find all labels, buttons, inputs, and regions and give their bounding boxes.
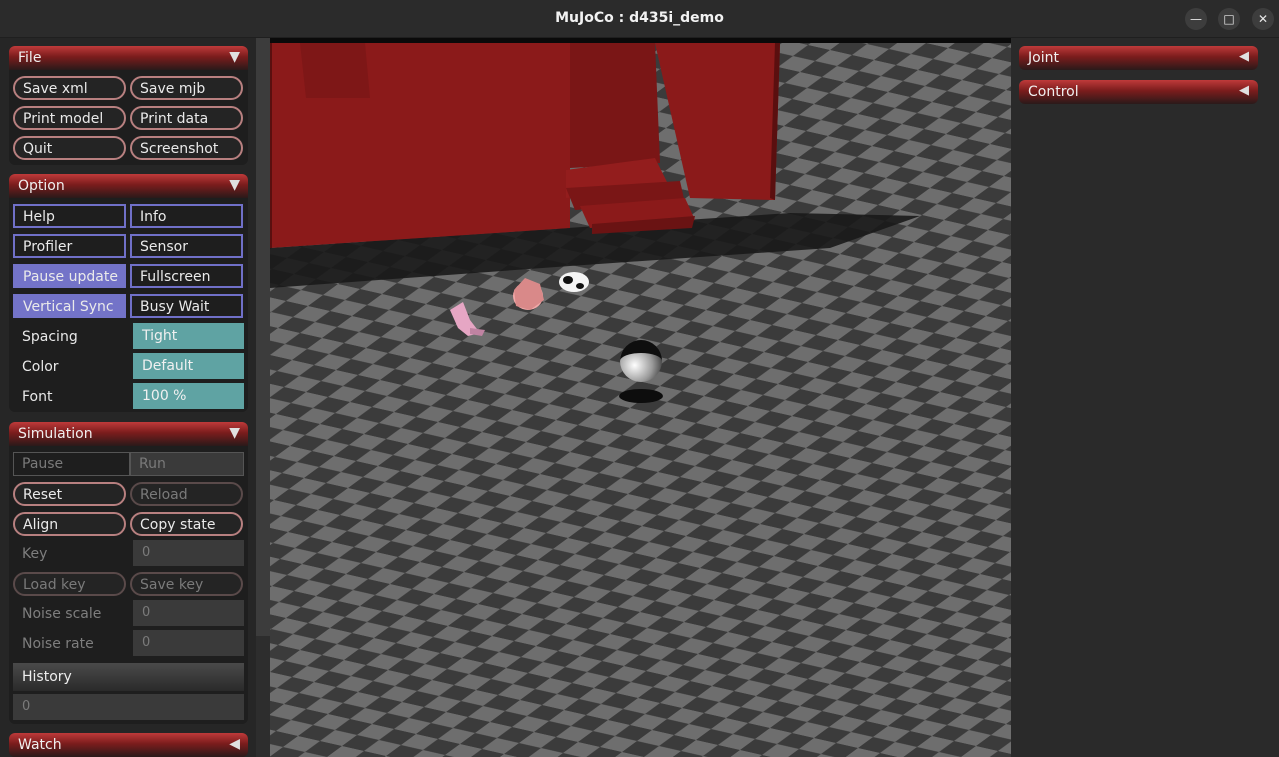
save-mjb-button[interactable]: Save mjb (130, 76, 243, 100)
file-section: File ▼ Save xml Save mjb Print model Pri… (9, 46, 248, 165)
cow-object (559, 272, 589, 292)
control-section-header[interactable]: Control ◀ (1019, 80, 1258, 104)
vertical-sync-toggle[interactable]: Vertical Sync (13, 294, 126, 318)
spacing-select[interactable]: Tight (133, 323, 244, 349)
file-header-label: File (18, 50, 42, 66)
joint-section-header[interactable]: Joint ◀ (1019, 46, 1258, 70)
simulation-header-label: Simulation (18, 426, 93, 442)
pause-radio[interactable]: Pause (13, 452, 130, 476)
3d-viewport[interactable] (270, 38, 1011, 757)
watch-section-header[interactable]: Watch ◀ (9, 733, 248, 757)
history-header: History (13, 663, 244, 691)
building-inner (570, 43, 660, 168)
option-section: Option ▼ Help Info Profiler Sensor Pause… (9, 174, 248, 412)
simulation-section: Simulation ▼ Pause Run Reset Reload Alig… (9, 422, 248, 724)
load-key-button[interactable]: Load key (13, 572, 126, 596)
left-ui-panel: File ▼ Save xml Save mjb Print model Pri… (0, 38, 256, 757)
sphere-shadow (619, 389, 663, 403)
maximize-icon[interactable]: □ (1218, 8, 1240, 30)
right-ui-panel: Joint ◀ Control ◀ (1011, 38, 1279, 757)
info-toggle[interactable]: Info (130, 204, 243, 228)
reload-button[interactable]: Reload (130, 482, 243, 506)
joint-header-label: Joint (1028, 50, 1059, 66)
key-slider[interactable]: 0 (133, 540, 244, 566)
watch-section: Watch ◀ (9, 733, 248, 757)
expand-arrow-icon: ◀ (1239, 83, 1249, 98)
scene-render (270, 38, 1011, 757)
fullscreen-toggle[interactable]: Fullscreen (130, 264, 243, 288)
close-icon[interactable]: ✕ (1252, 8, 1274, 30)
pause-update-toggle[interactable]: Pause update (13, 264, 126, 288)
save-key-button[interactable]: Save key (130, 572, 243, 596)
noise-rate-slider[interactable]: 0 (133, 630, 244, 656)
quit-button[interactable]: Quit (13, 136, 126, 160)
collapse-arrow-icon: ▼ (229, 425, 240, 441)
align-button[interactable]: Align (13, 512, 126, 536)
run-radio[interactable]: Run (130, 452, 244, 476)
spacing-label: Spacing (22, 329, 78, 345)
save-xml-button[interactable]: Save xml (13, 76, 126, 100)
font-label: Font (22, 389, 53, 405)
busy-wait-toggle[interactable]: Busy Wait (130, 294, 243, 318)
option-section-header[interactable]: Option ▼ (9, 174, 248, 198)
sphere-object (620, 340, 662, 382)
print-model-button[interactable]: Print model (13, 106, 126, 130)
window-title: MuJoCo : d435i_demo (555, 10, 724, 26)
noise-rate-label: Noise rate (22, 636, 94, 652)
noise-scale-slider[interactable]: 0 (133, 600, 244, 626)
minimize-icon[interactable]: — (1185, 8, 1207, 30)
control-header-label: Control (1028, 84, 1079, 100)
watch-header-label: Watch (18, 737, 62, 753)
key-label: Key (22, 546, 48, 562)
simulation-section-header[interactable]: Simulation ▼ (9, 422, 248, 446)
color-select[interactable]: Default (133, 353, 244, 379)
sensor-toggle[interactable]: Sensor (130, 234, 243, 258)
file-section-header[interactable]: File ▼ (9, 46, 248, 70)
viewport-top-edge (270, 38, 1011, 43)
title-bar: MuJoCo : d435i_demo — □ ✕ (0, 0, 1279, 38)
profiler-toggle[interactable]: Profiler (13, 234, 126, 258)
option-header-label: Option (18, 178, 65, 194)
collapse-arrow-icon: ▼ (229, 177, 240, 193)
noise-scale-label: Noise scale (22, 606, 102, 622)
print-data-button[interactable]: Print data (130, 106, 243, 130)
font-select[interactable]: 100 % (133, 383, 244, 409)
reset-button[interactable]: Reset (13, 482, 126, 506)
collapse-arrow-icon: ▼ (229, 49, 240, 65)
history-slider[interactable]: 0 (13, 694, 244, 720)
screenshot-button[interactable]: Screenshot (130, 136, 243, 160)
expand-arrow-icon: ◀ (229, 736, 240, 752)
copy-state-button[interactable]: Copy state (130, 512, 243, 536)
expand-arrow-icon: ◀ (1239, 49, 1249, 64)
color-label: Color (22, 359, 59, 375)
help-toggle[interactable]: Help (13, 204, 126, 228)
left-panel-scrollbar[interactable] (256, 38, 270, 636)
